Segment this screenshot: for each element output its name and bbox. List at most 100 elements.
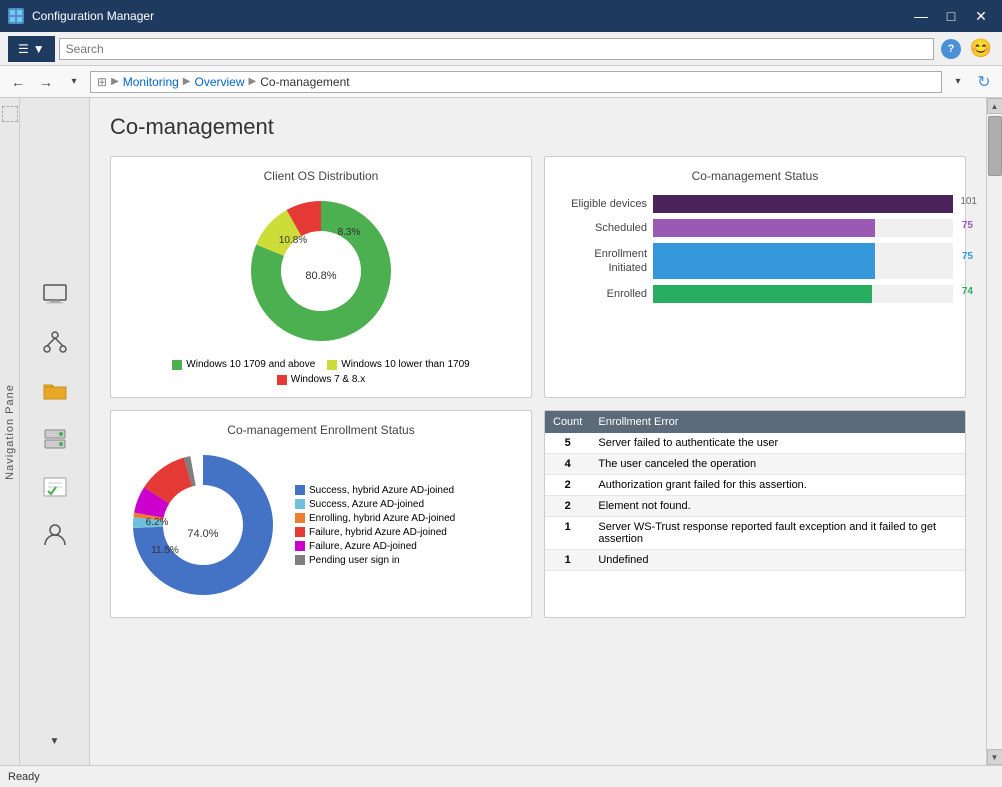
nav-icon-network[interactable]	[34, 322, 76, 364]
legend-label-win10-below: Windows 10 lower than 1709	[341, 359, 469, 370]
client-os-donut: 80.8% 8.3% 10.8%	[241, 191, 401, 351]
bar-fill-scheduled	[653, 219, 875, 237]
nav-icon-person[interactable]	[34, 514, 76, 556]
error-table: Count Enrollment Error 5Server failed to…	[545, 411, 965, 571]
bar-row-scheduled: Scheduled 75	[557, 219, 953, 237]
sidebar-label: Navigation Pane	[4, 384, 16, 480]
back-button[interactable]: ←	[6, 70, 30, 94]
nav-icon-monitor[interactable]	[34, 274, 76, 316]
breadcrumb: ⊞ ▶ Monitoring ▶ Overview ▶ Co-managemen…	[90, 71, 942, 93]
legend-dot-blue	[295, 485, 305, 495]
legend-enrolling-hybrid: Enrolling, hybrid Azure AD-joined	[295, 513, 455, 524]
selection-indicator	[2, 106, 18, 122]
menu-icon: ☰	[18, 42, 29, 56]
breadcrumb-sep-0: ▶	[111, 76, 119, 87]
scrollbar: ▲ ▼	[986, 98, 1002, 765]
bar-value-enrolled: 74	[962, 286, 973, 297]
bar-row-enrollment: EnrollmentInitiated 75	[557, 243, 953, 279]
legend-success-hybrid: Success, hybrid Azure AD-joined	[295, 485, 455, 496]
client-os-title: Client OS Distribution	[123, 169, 519, 183]
title-bar: Configuration Manager — □ ✕	[0, 0, 1002, 32]
nav-pane-scroll-down[interactable]: ▼	[43, 729, 67, 753]
legend-failure-hybrid: Failure, hybrid Azure AD-joined	[295, 527, 455, 538]
nav-icon-tasks[interactable]	[34, 466, 76, 508]
user-button[interactable]: 😊	[968, 36, 994, 62]
breadcrumb-overview[interactable]: Overview	[195, 75, 245, 89]
legend-label-failure-azure: Failure, Azure AD-joined	[309, 541, 417, 552]
bar-chart: Eligible devices 101 Scheduled	[557, 191, 953, 307]
bar-track-enrollment: 75	[653, 243, 953, 279]
error-table-row: 4The user canceled the operation	[545, 454, 965, 475]
maximize-button[interactable]: □	[938, 6, 964, 26]
bar-value-eligible: 101	[960, 196, 977, 207]
minimize-button[interactable]: —	[908, 6, 934, 26]
refresh-button[interactable]: ↻	[972, 70, 996, 94]
error-count-5: 1	[545, 550, 590, 571]
bar-track-scheduled: 75	[653, 219, 953, 237]
bar-label-enrollment: EnrollmentInitiated	[557, 247, 647, 276]
nav-pane: ▼	[20, 98, 90, 765]
legend-dot-lightblue	[295, 499, 305, 509]
legend-dot-green	[172, 360, 182, 370]
search-input[interactable]	[59, 38, 934, 60]
error-table-row: 1Server WS-Trust response reported fault…	[545, 517, 965, 550]
help-button[interactable]: ?	[938, 36, 964, 62]
nav-dropdown-button[interactable]: ▾	[62, 70, 86, 94]
comanagement-status-title: Co-management Status	[557, 169, 953, 183]
nav-icon-folder[interactable]	[34, 370, 76, 412]
menu-button[interactable]: ☰ ▼	[8, 36, 55, 62]
error-desc-2: Authorization grant failed for this asse…	[590, 475, 965, 496]
legend-dot-red2	[295, 527, 305, 537]
legend-pending-signin: Pending user sign in	[295, 555, 455, 566]
legend-dot-magenta	[295, 541, 305, 551]
breadcrumb-current: Co-management	[260, 75, 349, 89]
cards-grid: Client OS Distribution	[110, 156, 966, 618]
enrollment-inner: 74.0% 6.2% 11.5% Success, hybrid Azure A…	[123, 445, 519, 605]
help-icon: ?	[941, 39, 961, 59]
svg-text:11.5%: 11.5%	[151, 545, 179, 556]
bar-label-scheduled: Scheduled	[557, 222, 647, 234]
client-os-card: Client OS Distribution	[110, 156, 532, 398]
error-table-body: 5Server failed to authenticate the user4…	[545, 433, 965, 571]
error-table-header-error: Enrollment Error	[590, 411, 965, 433]
app-title: Configuration Manager	[32, 9, 900, 23]
enrollment-status-title: Co-management Enrollment Status	[123, 423, 519, 437]
legend-win10-below: Windows 10 lower than 1709	[327, 359, 469, 370]
nav-bar: ← → ▾ ⊞ ▶ Monitoring ▶ Overview ▶ Co-man…	[0, 66, 1002, 98]
breadcrumb-dropdown-button[interactable]: ▾	[946, 70, 970, 94]
error-table-header-count: Count	[545, 411, 590, 433]
legend-label-success-hybrid: Success, hybrid Azure AD-joined	[309, 485, 454, 496]
legend-label-win7: Windows 7 & 8.x	[291, 374, 365, 385]
menu-arrow: ▼	[33, 42, 45, 56]
scroll-thumb[interactable]	[988, 116, 1002, 176]
window-controls: — □ ✕	[908, 6, 994, 26]
svg-text:80.8%: 80.8%	[305, 270, 336, 282]
content-inner: Co-management Client OS Distribution	[90, 98, 986, 634]
legend-label-enrolling-hybrid: Enrolling, hybrid Azure AD-joined	[309, 513, 455, 524]
forward-button[interactable]: →	[34, 70, 58, 94]
legend-label-success-azure: Success, Azure AD-joined	[309, 499, 424, 510]
scroll-up-button[interactable]: ▲	[987, 98, 1002, 114]
legend-label-win10-above: Windows 10 1709 and above	[186, 359, 315, 370]
close-button[interactable]: ✕	[968, 6, 994, 26]
svg-text:74.0%: 74.0%	[187, 528, 218, 540]
bar-row-enrolled: Enrolled 74	[557, 285, 953, 303]
error-table-row: 2Authorization grant failed for this ass…	[545, 475, 965, 496]
breadcrumb-sep-2: ▶	[249, 76, 257, 87]
error-desc-3: Element not found.	[590, 496, 965, 517]
enrollment-legend: Success, hybrid Azure AD-joined Success,…	[295, 485, 455, 566]
legend-win10-above: Windows 10 1709 and above	[172, 359, 315, 370]
nav-icon-server[interactable]	[34, 418, 76, 460]
breadcrumb-monitoring[interactable]: Monitoring	[123, 75, 179, 89]
error-count-1: 4	[545, 454, 590, 475]
user-icon: 😊	[970, 38, 992, 59]
scroll-down-button[interactable]: ▼	[987, 749, 1002, 765]
legend-dot-yellow	[327, 360, 337, 370]
main-layout: Navigation Pane ▼	[0, 98, 1002, 765]
error-table-row: 2Element not found.	[545, 496, 965, 517]
bar-row-eligible: Eligible devices 101	[557, 195, 953, 213]
error-table-row: 1Undefined	[545, 550, 965, 571]
error-desc-4: Server WS-Trust response reported fault …	[590, 517, 965, 550]
bar-track-enrolled: 74	[653, 285, 953, 303]
legend-dot-gray	[295, 555, 305, 565]
